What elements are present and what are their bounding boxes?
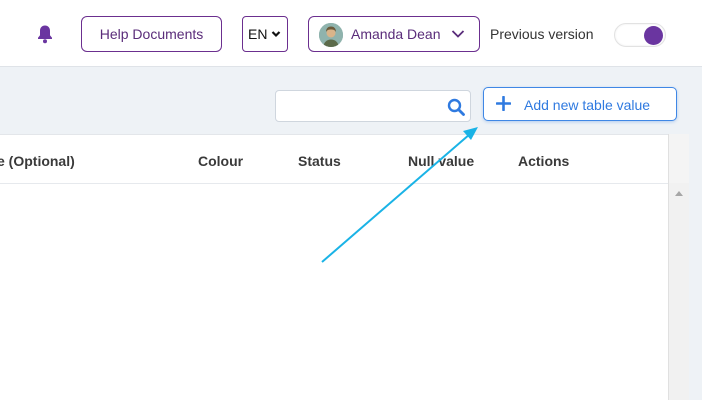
column-header-status[interactable]: Status [298,153,341,169]
vertical-scrollbar[interactable] [668,183,689,400]
avatar [319,23,343,47]
language-value: EN [248,26,268,42]
search-input[interactable] [276,91,441,121]
help-documents-label: Help Documents [99,26,204,42]
column-header-null-value[interactable]: Null value [408,153,474,169]
user-menu[interactable]: Amanda Dean [308,16,480,52]
column-header-actions: Actions [518,153,570,169]
column-header-colour[interactable]: Colour [198,153,243,169]
search-icon[interactable] [447,98,465,116]
scroll-up-arrow-icon[interactable] [674,189,684,197]
scrollbar-header-corner [668,134,689,183]
plus-icon [496,96,511,111]
add-table-value-label: Add new table value [524,97,651,113]
add-table-value-button[interactable]: Add new table value [483,87,677,121]
chevron-down-icon [451,30,465,38]
column-header-name[interactable]: e (Optional) [0,153,75,169]
language-select[interactable]: EN [242,16,288,52]
search-box[interactable] [275,90,471,122]
user-name: Amanda Dean [351,26,441,42]
previous-version-toggle[interactable] [614,23,666,47]
top-header: Help Documents EN Amanda Dean Previous v… [0,0,702,67]
previous-version-label: Previous version [490,26,594,42]
table-panel: e (Optional) Colour Status Null value Ac… [0,134,668,400]
help-documents-button[interactable]: Help Documents [81,16,222,52]
toggle-knob [644,26,663,45]
bell-icon[interactable] [36,24,54,44]
table-header-row: e (Optional) Colour Status Null value Ac… [0,135,668,184]
chevron-down-icon [271,31,281,38]
